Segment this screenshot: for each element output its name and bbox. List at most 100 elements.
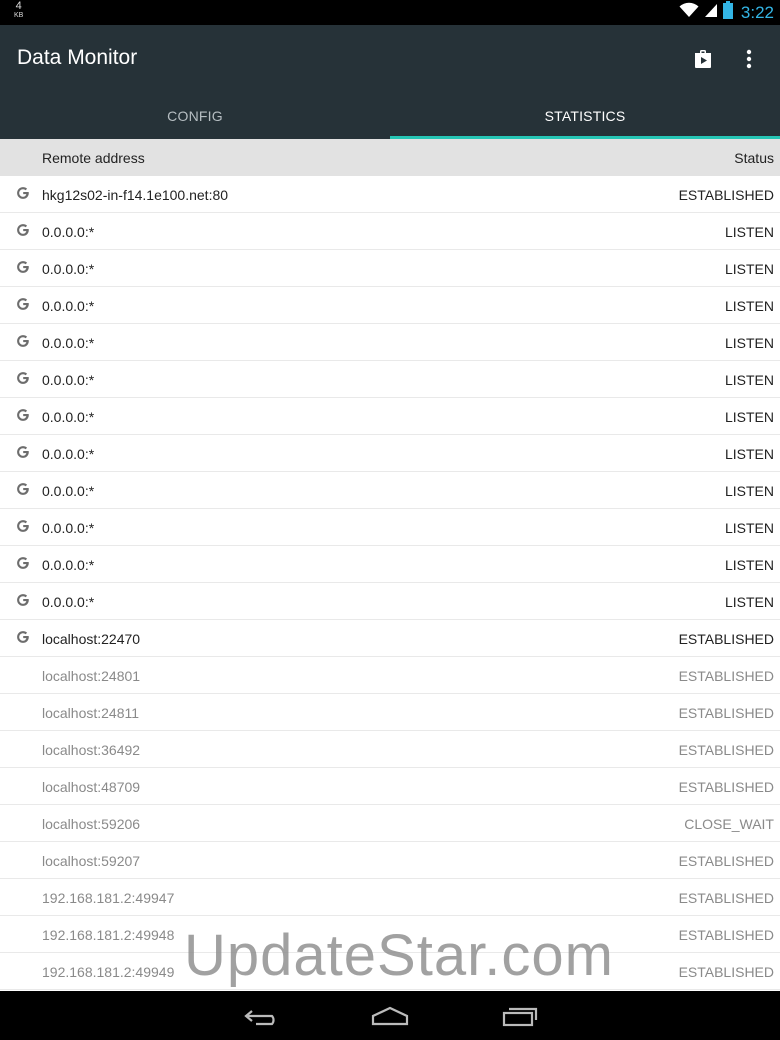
app-bar: Data Monitor: [0, 25, 780, 92]
remote-address: localhost:24811: [42, 705, 140, 721]
connection-list: hkg12s02-in-f14.1e100.net:80 ESTABLISHED 0…: [0, 176, 780, 990]
table-row[interactable]: localhost:22470 ESTABLISHED: [0, 620, 780, 657]
connection-status: ESTABLISHED: [678, 927, 774, 943]
table-row[interactable]: 0.0.0.0:* LISTEN: [0, 287, 780, 324]
signal-icon: [704, 2, 718, 23]
remote-address: 0.0.0.0:*: [42, 557, 95, 573]
tab-config[interactable]: CONFIG: [0, 92, 390, 139]
home-icon[interactable]: [370, 1003, 410, 1029]
remote-address: 192.168.181.2:49948: [42, 927, 175, 943]
table-row[interactable]: localhost:36492 ESTABLISHED: [0, 731, 780, 768]
battery-icon: [722, 1, 733, 24]
google-icon: [16, 260, 30, 274]
remote-address: 192.168.181.2:49947: [42, 890, 175, 906]
table-row[interactable]: localhost:24801 ESTABLISHED: [0, 657, 780, 694]
connection-status: LISTEN: [724, 372, 774, 388]
watermark: UpdateStar.com: [184, 923, 614, 988]
remote-address: localhost:59206: [42, 816, 141, 832]
wifi-icon: [679, 2, 699, 23]
google-icon: [16, 445, 30, 459]
google-icon: [16, 482, 30, 496]
header-remote-address: Remote address: [42, 150, 145, 166]
connection-status: ESTABLISHED: [678, 964, 774, 980]
remote-address: 0.0.0.0:*: [42, 409, 95, 425]
remote-address: 0.0.0.0:*: [42, 446, 95, 462]
table-row[interactable]: 0.0.0.0:* LISTEN: [0, 361, 780, 398]
connection-status: ESTABLISHED: [678, 631, 774, 647]
remote-address: localhost:59207: [42, 853, 141, 869]
connection-status: LISTEN: [724, 594, 774, 610]
table-row[interactable]: localhost:59206 CLOSE_WAIT: [0, 805, 780, 842]
more-vert-icon[interactable]: [735, 45, 763, 73]
tab-statistics[interactable]: STATISTICS: [390, 92, 780, 139]
remote-address: 0.0.0.0:*: [42, 261, 95, 277]
connection-status: LISTEN: [724, 261, 774, 277]
connection-status: CLOSE_WAIT: [684, 816, 774, 832]
google-icon: [16, 519, 30, 533]
status-bar: 4 KB 3:22: [0, 0, 780, 25]
google-icon: [16, 371, 30, 385]
google-icon: [16, 630, 30, 644]
traffic-value: 4: [15, 0, 22, 12]
connection-status: LISTEN: [724, 298, 774, 314]
remote-address: hkg12s02-in-f14.1e100.net:80: [42, 187, 229, 203]
traffic-indicator: 4 KB: [14, 0, 24, 20]
connection-status: ESTABLISHED: [678, 890, 774, 906]
google-icon: [16, 408, 30, 422]
table-row[interactable]: 0.0.0.0:* LISTEN: [0, 324, 780, 361]
nav-bar: [0, 991, 780, 1040]
connection-status: ESTABLISHED: [678, 668, 774, 684]
table-row[interactable]: 0.0.0.0:* LISTEN: [0, 435, 780, 472]
connection-status: ESTABLISHED: [678, 779, 774, 795]
table-row[interactable]: localhost:24811 ESTABLISHED: [0, 694, 780, 731]
connection-status: ESTABLISHED: [678, 742, 774, 758]
clock: 3:22: [740, 2, 774, 22]
connection-status: LISTEN: [724, 520, 774, 536]
table-row[interactable]: 0.0.0.0:* LISTEN: [0, 250, 780, 287]
store-icon[interactable]: [689, 45, 717, 73]
remote-address: localhost:24801: [42, 668, 141, 684]
table-row[interactable]: 0.0.0.0:* LISTEN: [0, 472, 780, 509]
table-row[interactable]: 0.0.0.0:* LISTEN: [0, 546, 780, 583]
connection-status: ESTABLISHED: [678, 853, 774, 869]
table-row[interactable]: 0.0.0.0:* LISTEN: [0, 398, 780, 435]
remote-address: localhost:22470: [42, 631, 141, 647]
table-row[interactable]: hkg12s02-in-f14.1e100.net:80 ESTABLISHED: [0, 176, 780, 213]
connection-status: LISTEN: [724, 335, 774, 351]
remote-address: 0.0.0.0:*: [42, 372, 95, 388]
table-row[interactable]: localhost:48709 ESTABLISHED: [0, 768, 780, 805]
connection-status: LISTEN: [724, 409, 774, 425]
connection-status: LISTEN: [724, 557, 774, 573]
connection-status: LISTEN: [724, 224, 774, 240]
google-icon: [16, 223, 30, 237]
connection-status: ESTABLISHED: [678, 187, 774, 203]
google-icon: [16, 297, 30, 311]
connection-status: LISTEN: [724, 446, 774, 462]
app-title: Data Monitor: [17, 46, 138, 69]
remote-address: localhost:36492: [42, 742, 141, 758]
remote-address: 0.0.0.0:*: [42, 335, 95, 351]
table-header: Remote address Status: [0, 139, 780, 176]
back-icon[interactable]: [240, 1003, 280, 1029]
traffic-unit: KB: [14, 12, 24, 19]
remote-address: 0.0.0.0:*: [42, 483, 95, 499]
connection-status: ESTABLISHED: [678, 705, 774, 721]
header-status: Status: [734, 150, 774, 166]
remote-address: 0.0.0.0:*: [42, 298, 95, 314]
remote-address: localhost:48709: [42, 779, 141, 795]
remote-address: 0.0.0.0:*: [42, 594, 95, 610]
table-row[interactable]: 0.0.0.0:* LISTEN: [0, 213, 780, 250]
google-icon: [16, 334, 30, 348]
table-row[interactable]: 192.168.181.2:49947 ESTABLISHED: [0, 879, 780, 916]
remote-address: 0.0.0.0:*: [42, 520, 95, 536]
table-row[interactable]: 0.0.0.0:* LISTEN: [0, 509, 780, 546]
recents-icon[interactable]: [500, 1003, 540, 1029]
table-row[interactable]: 0.0.0.0:* LISTEN: [0, 583, 780, 620]
remote-address: 0.0.0.0:*: [42, 224, 95, 240]
google-icon: [16, 593, 30, 607]
tab-bar: CONFIG STATISTICS: [0, 92, 780, 139]
google-icon: [16, 556, 30, 570]
remote-address: 192.168.181.2:49949: [42, 964, 175, 980]
table-row[interactable]: localhost:59207 ESTABLISHED: [0, 842, 780, 879]
google-icon: [16, 186, 30, 200]
